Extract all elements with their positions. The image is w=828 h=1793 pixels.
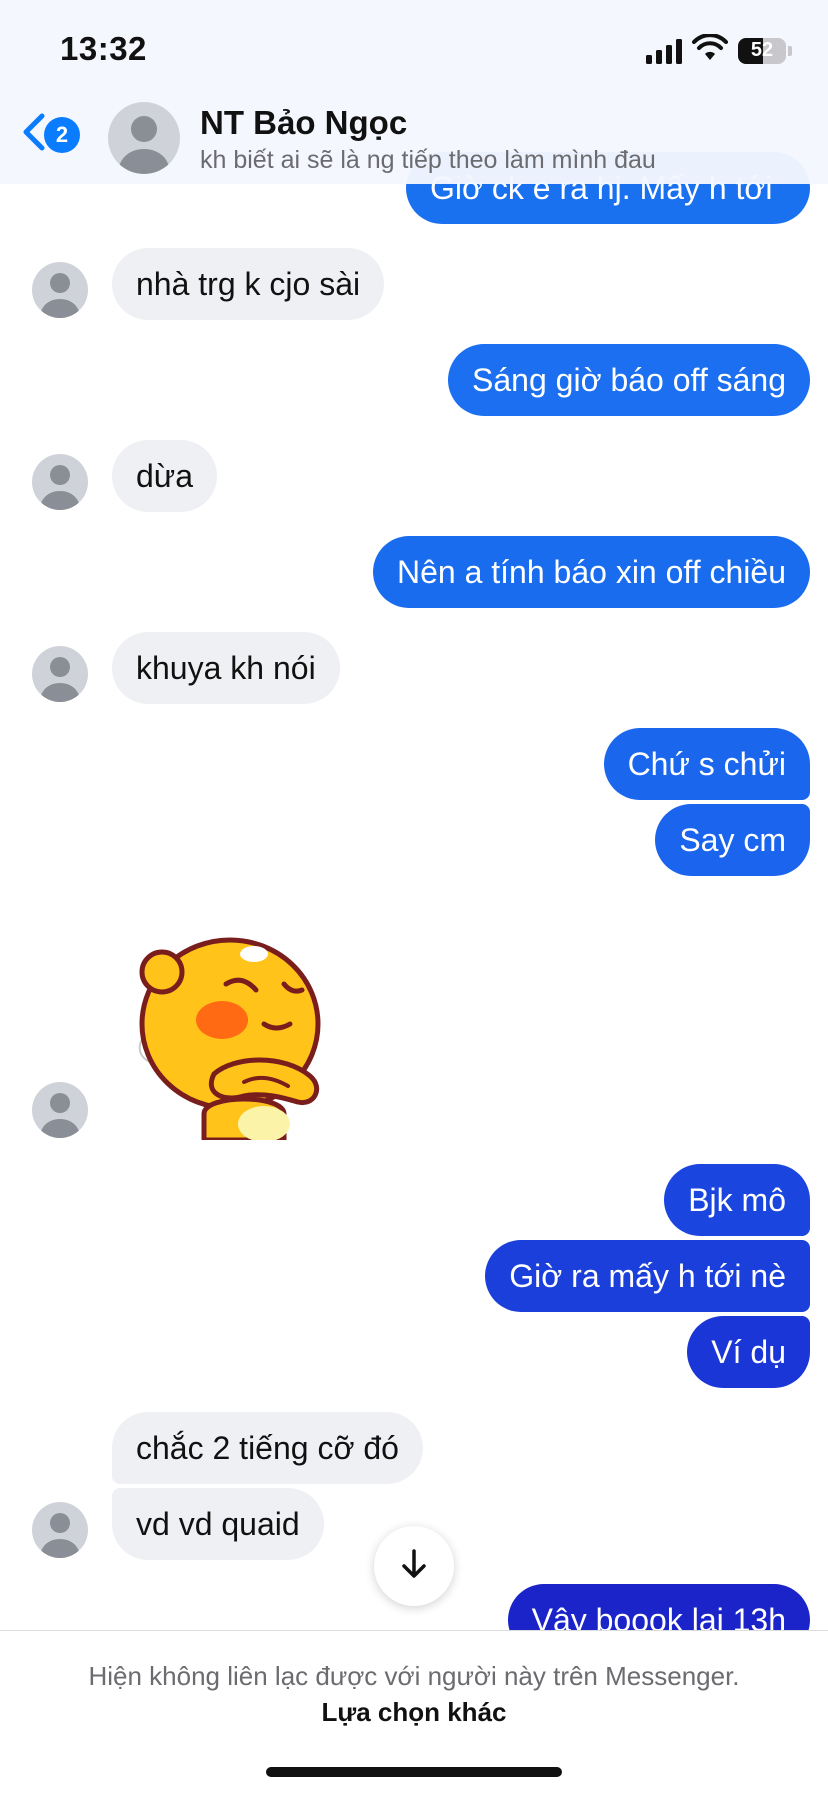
contact-avatar[interactable] <box>32 1502 88 1558</box>
message-bubble-outgoing[interactable]: Bjk mô <box>664 1164 810 1236</box>
message-text: Nên a tính báo xin off chiều <box>396 553 786 590</box>
cellular-signal-icon <box>646 38 682 64</box>
unavailable-footer: Hiện không liên lạc được với người này t… <box>0 1630 828 1793</box>
message-text: nhà trg k cjo sài <box>136 265 361 302</box>
unread-count-badge: 2 <box>44 116 80 153</box>
chevron-left-icon <box>20 112 46 157</box>
message-text: Say cm <box>679 821 786 858</box>
status-icons: 52 <box>646 33 792 67</box>
back-button[interactable]: 2 <box>20 112 80 157</box>
message-text: Chứ s chửi <box>627 745 786 782</box>
yellow-chick-sticker[interactable] <box>134 924 354 1140</box>
message-text: dừa <box>136 457 194 494</box>
battery-icon: 52 <box>738 37 786 64</box>
message-bubble-outgoing[interactable]: Ví dụ <box>687 1316 810 1388</box>
status-bar: 13:32 52 <box>0 0 828 100</box>
message-bubble-incoming[interactable]: dừa <box>112 440 218 512</box>
message-bubble-outgoing[interactable]: Nên a tính báo xin off chiều <box>372 536 810 608</box>
message-bubble-incoming[interactable]: nhà trg k cjo sài <box>112 248 385 320</box>
other-options-link[interactable]: Lựa chọn khác <box>0 1697 828 1728</box>
contact-name[interactable]: NT Bảo Ngọc <box>200 104 407 142</box>
message-bubble-outgoing[interactable]: Chứ s chửi <box>603 728 810 800</box>
contact-avatar[interactable] <box>32 646 88 702</box>
message-bubble-incoming[interactable]: chắc 2 tiếng cỡ đó <box>112 1412 423 1484</box>
contact-avatar[interactable] <box>32 1082 88 1138</box>
contact-avatar[interactable] <box>32 262 88 318</box>
message-bubble-incoming[interactable]: khuya kh nói <box>112 632 340 704</box>
message-text: Sáng giờ báo off sáng <box>472 361 786 398</box>
message-text: vd vd quaid <box>136 1505 300 1542</box>
scroll-to-bottom-button[interactable] <box>374 1526 454 1606</box>
message-bubble-outgoing[interactable]: Giờ ra mấy h tới nè <box>485 1240 810 1312</box>
home-indicator[interactable] <box>266 1767 562 1777</box>
unavailable-notice: Hiện không liên lạc được với người này t… <box>88 1661 740 1691</box>
arrow-down-icon <box>397 1547 431 1586</box>
message-text: Bjk mô <box>688 1181 786 1218</box>
status-time: 13:32 <box>60 30 147 67</box>
battery-level: 52 <box>750 39 774 61</box>
message-text: Ví dụ <box>711 1333 786 1370</box>
header-avatar[interactable] <box>108 102 180 174</box>
contact-status: kh biết ai sẽ là ng tiếp theo làm mình đ… <box>200 146 656 174</box>
message-text: chắc 2 tiếng cỡ đó <box>136 1429 399 1466</box>
message-text: Giờ ra mấy h tới nè <box>509 1257 786 1294</box>
contact-avatar[interactable] <box>32 454 88 510</box>
message-bubble-outgoing[interactable]: Say cm <box>655 804 810 876</box>
message-text: khuya kh nói <box>136 649 316 686</box>
message-bubble-outgoing[interactable]: Sáng giờ báo off sáng <box>448 344 810 416</box>
message-list[interactable]: Giờ ck e ra hj. Mấy h tới nhà trg k cjo … <box>0 0 828 1792</box>
conversation-header: 2 NT Bảo Ngọc kh biết ai sẽ là ng tiếp t… <box>0 100 828 184</box>
battery-cap <box>788 45 792 56</box>
wifi-icon <box>692 33 728 67</box>
message-bubble-incoming[interactable]: vd vd quaid <box>112 1488 324 1560</box>
